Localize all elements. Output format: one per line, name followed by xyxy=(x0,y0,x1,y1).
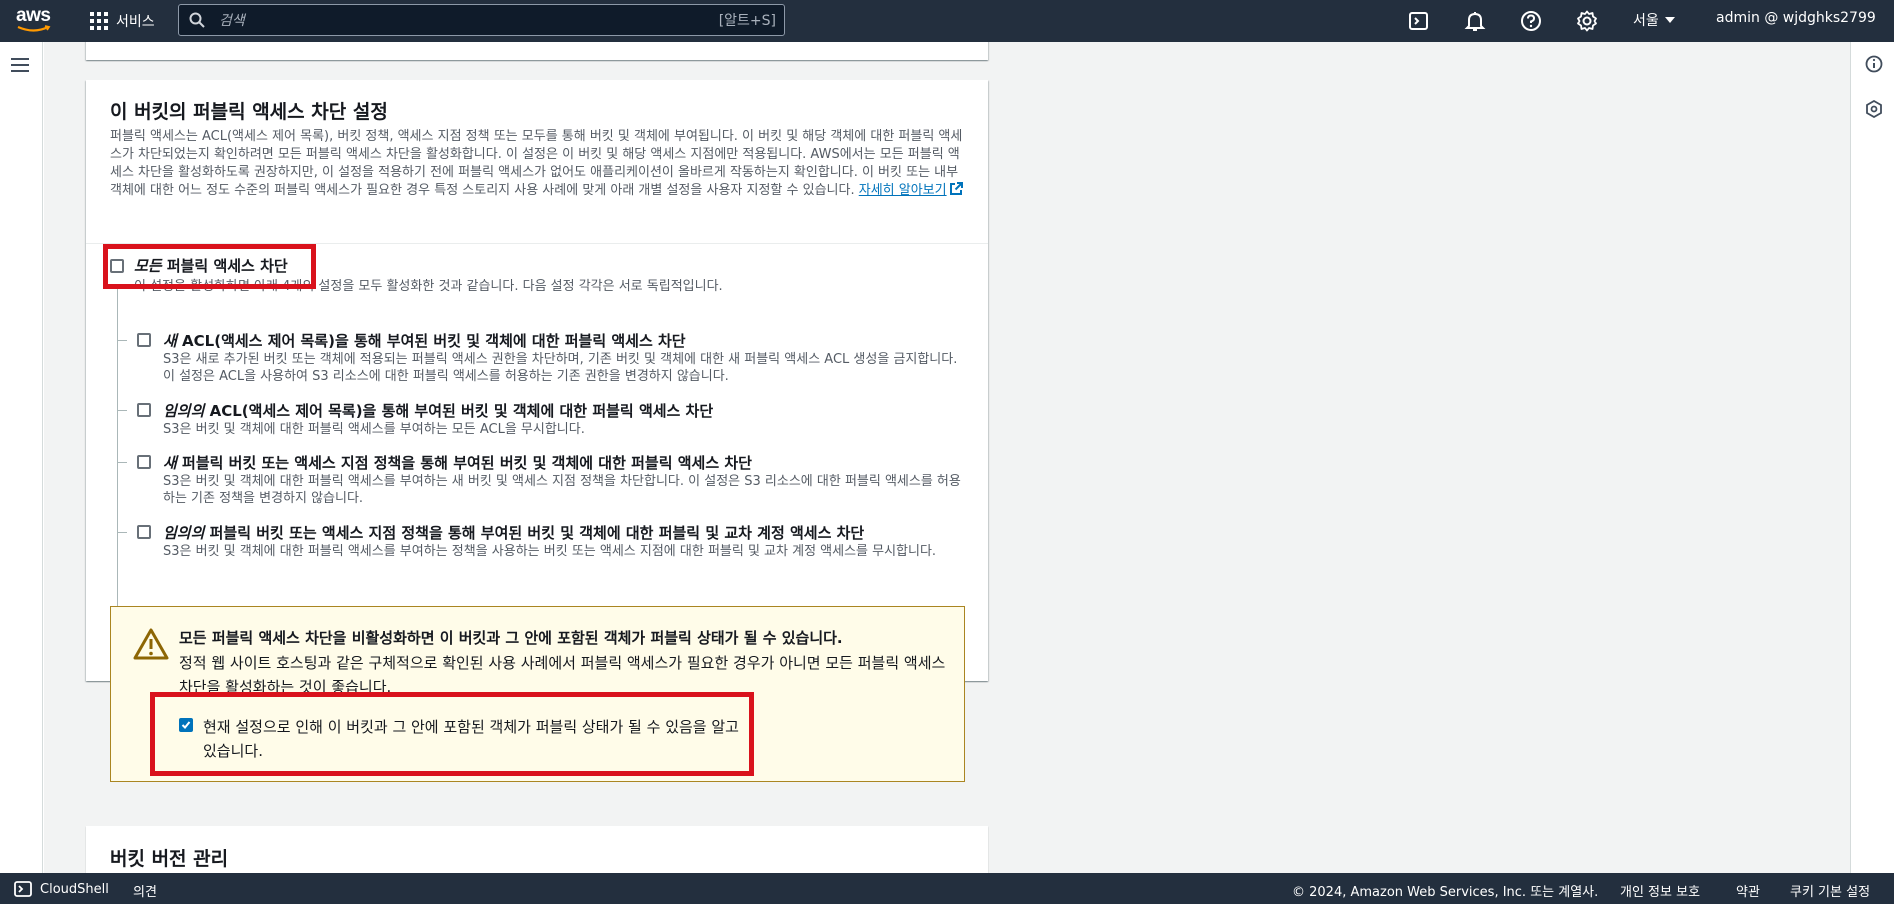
services-label: 서비스 xyxy=(116,14,155,30)
tree-tick xyxy=(117,410,127,411)
option-checkbox[interactable] xyxy=(137,525,151,539)
option-label-italic: 새 xyxy=(163,332,177,350)
bell-icon[interactable] xyxy=(1464,10,1486,32)
option-label-rest: ACL(액세스 제어 목록)을 통해 부여된 버킷 및 객체에 대한 퍼블릭 액… xyxy=(176,332,686,350)
tree-connector-line xyxy=(117,289,118,618)
block-all-description: 이 설정을 활성화하면 아래 4개의 설정을 모두 활성화한 것과 같습니다. … xyxy=(134,279,723,294)
aws-logo[interactable]: aws xyxy=(16,5,54,35)
terms-link[interactable]: 약관 xyxy=(1736,881,1760,900)
info-icon[interactable] xyxy=(1865,55,1883,73)
privacy-link[interactable]: 개인 정보 보호 xyxy=(1620,881,1700,900)
external-link-icon xyxy=(949,182,963,195)
search-icon xyxy=(189,12,205,28)
top-navigation: aws 서비스 검색 [알트+S] 서울 admin @ wjdghks2799 xyxy=(0,0,1894,42)
option-label-rest: ACL(액세스 제어 목록)을 통해 부여된 버킷 및 객체에 대한 퍼블릭 액… xyxy=(204,402,714,420)
aws-smile-icon xyxy=(17,25,51,32)
main-content: 이 버킷의 퍼블릭 액세스 차단 설정 퍼블릭 액세스는 ACL(액세스 제어 … xyxy=(44,42,1850,873)
option-checkbox[interactable] xyxy=(137,333,151,347)
cloudshell-icon xyxy=(14,881,32,897)
option-label-italic: 임의의 xyxy=(163,524,205,542)
option-label: 임의의 퍼블릭 버킷 또는 액세스 지점 정책을 통해 부여된 버킷 및 객체에… xyxy=(163,523,864,543)
account-menu[interactable]: admin @ wjdghks2799 xyxy=(1716,10,1876,26)
cloudshell-icon[interactable] xyxy=(1408,10,1430,32)
card-header: 이 버킷의 퍼블릭 액세스 차단 설정 퍼블릭 액세스는 ACL(액세스 제어 … xyxy=(86,80,988,244)
block-all-label-italic: 모든 xyxy=(134,257,162,275)
card-description-text: 퍼블릭 액세스는 ACL(액세스 제어 목록), 버킷 정책, 액세스 지점 정… xyxy=(110,129,963,198)
checkmark-icon xyxy=(181,721,191,729)
cookie-preferences-link[interactable]: 쿠키 기본 설정 xyxy=(1790,881,1870,900)
gear-icon[interactable] xyxy=(1576,10,1598,32)
option-label: 새 ACL(액세스 제어 목록)을 통해 부여된 버킷 및 객체에 대한 퍼블릭… xyxy=(163,331,686,351)
card-description: 퍼블릭 액세스는 ACL(액세스 제어 목록), 버킷 정책, 액세스 지점 정… xyxy=(110,128,965,200)
acknowledge-option: 현재 설정으로 인해 이 버킷과 그 안에 포함된 객체가 퍼블릭 상태가 될 … xyxy=(179,715,743,763)
feedback-link[interactable]: 의견 xyxy=(133,881,157,900)
block-all-label-rest: 퍼블릭 액세스 차단 xyxy=(161,257,288,275)
option-description: S3은 버킷 및 객체에 대한 퍼블릭 액세스를 부여하는 모든 ACL을 무시… xyxy=(163,422,585,437)
warning-description: 정적 웹 사이트 호스팅과 같은 구체적으로 확인된 사용 사례에서 퍼블릭 액… xyxy=(179,654,946,696)
region-label: 서울 xyxy=(1633,13,1659,29)
option-label: 새 퍼블릭 버킷 또는 액세스 지점 정책을 통해 부여된 버킷 및 객체에 대… xyxy=(163,453,752,473)
tree-tick xyxy=(117,462,127,463)
cloudshell-button[interactable]: CloudShell xyxy=(14,880,109,898)
footer: CloudShell 의견 © 2024, Amazon Web Service… xyxy=(0,873,1894,904)
services-menu-button[interactable]: 서비스 xyxy=(90,9,155,33)
tree-tick xyxy=(117,532,127,533)
aws-logo-text: aws xyxy=(16,5,51,26)
warning-title: 모든 퍼블릭 액세스 차단을 비활성화하면 이 버킷과 그 안에 포함된 객체가… xyxy=(179,629,843,647)
card-title: 이 버킷의 퍼블릭 액세스 차단 설정 xyxy=(110,101,388,123)
block-all-public-access-option: 모든 퍼블릭 액세스 차단 이 설정을 활성화하면 아래 4개의 설정을 모두 … xyxy=(110,255,723,294)
search-placeholder: 검색 xyxy=(219,13,245,29)
option-description: S3은 버킷 및 객체에 대한 퍼블릭 액세스를 부여하는 새 버킷 및 액세스… xyxy=(163,474,961,506)
option-label-italic: 임의의 xyxy=(163,402,205,420)
learn-more-link[interactable]: 자세히 알아보기 xyxy=(858,182,963,198)
region-selector[interactable]: 서울 xyxy=(1633,10,1675,30)
caret-down-icon xyxy=(1664,17,1675,23)
option-checkbox[interactable] xyxy=(137,455,151,469)
acknowledge-checkbox[interactable] xyxy=(179,718,193,732)
option-description: S3은 버킷 및 객체에 대한 퍼블릭 액세스를 부여하는 정책을 사용하는 버… xyxy=(163,544,937,559)
bucket-versioning-card: 버킷 버전 관리 xyxy=(86,826,988,873)
bucket-versioning-title: 버킷 버전 관리 xyxy=(110,848,229,870)
right-tools-rail xyxy=(1850,42,1894,873)
help-icon[interactable] xyxy=(1520,10,1542,32)
search-shortcut: [알트+S] xyxy=(718,13,776,29)
hamburger-icon[interactable] xyxy=(11,58,29,74)
public-access-warning-alert: 모든 퍼블릭 액세스 차단을 비활성화하면 이 버킷과 그 안에 포함된 객체가… xyxy=(110,606,965,782)
search-input[interactable]: 검색 [알트+S] xyxy=(178,4,785,36)
grid-icon xyxy=(90,12,108,30)
block-public-access-card: 이 버킷의 퍼블릭 액세스 차단 설정 퍼블릭 액세스는 ACL(액세스 제어 … xyxy=(86,80,988,681)
option-label-rest: 퍼블릭 버킷 또는 액세스 지점 정책을 통해 부여된 버킷 및 객체에 대한 … xyxy=(204,524,865,542)
hexagon-icon[interactable] xyxy=(1865,100,1883,118)
option-label: 임의의 ACL(액세스 제어 목록)을 통해 부여된 버킷 및 객체에 대한 퍼… xyxy=(163,401,713,421)
tree-tick xyxy=(117,340,127,341)
block-all-checkbox[interactable] xyxy=(110,258,124,273)
option-description: S3은 새로 추가된 버킷 또는 객체에 적용되는 퍼블릭 액세스 권한을 차단… xyxy=(163,352,958,384)
previous-section-card xyxy=(86,42,988,60)
copyright-text: © 2024, Amazon Web Services, Inc. 또는 계열사… xyxy=(1292,885,1599,900)
option-label-italic: 새 xyxy=(163,454,177,472)
warning-icon xyxy=(133,628,169,660)
learn-more-label: 자세히 알아보기 xyxy=(858,183,947,198)
option-label-rest: 퍼블릭 버킷 또는 액세스 지점 정책을 통해 부여된 버킷 및 객체에 대한 … xyxy=(176,454,752,472)
left-navigation-rail xyxy=(0,42,43,873)
option-checkbox[interactable] xyxy=(137,403,151,417)
acknowledge-label: 현재 설정으로 인해 이 버킷과 그 안에 포함된 객체가 퍼블릭 상태가 될 … xyxy=(203,718,739,760)
block-all-label: 모든 퍼블릭 액세스 차단 xyxy=(134,255,288,276)
cloudshell-label: CloudShell xyxy=(40,881,109,897)
